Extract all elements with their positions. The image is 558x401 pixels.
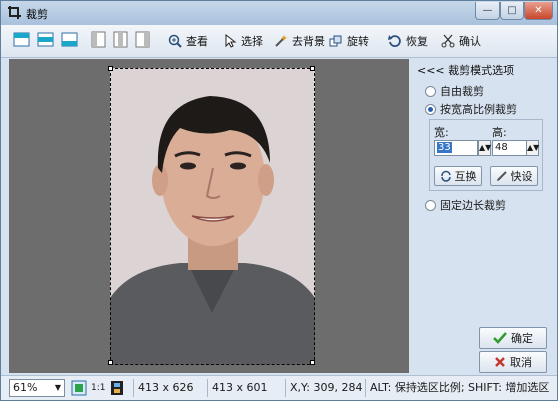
image-size: 413 x 626 xyxy=(133,379,194,397)
remove-background-button[interactable]: 去背景 xyxy=(274,31,325,51)
chevron-down-icon: ▼ xyxy=(54,383,62,392)
mode-ratio-label: 按宽高比例裁剪 xyxy=(440,103,517,116)
restore-button[interactable]: 恢复 xyxy=(388,31,428,51)
height-value: 48 xyxy=(495,142,508,153)
mode-fixed-radio[interactable] xyxy=(425,199,436,211)
width-spinner[interactable]: ▲▼ xyxy=(478,140,491,156)
film-icon[interactable] xyxy=(109,380,125,396)
window-title: 裁剪 xyxy=(26,8,48,21)
swap-button[interactable]: 互换 xyxy=(434,166,482,186)
view-label: 查看 xyxy=(186,35,208,48)
one-to-one-button[interactable]: 1:1 xyxy=(89,379,105,397)
layout-center-icon[interactable] xyxy=(112,31,129,48)
status-bar: 61% ▼ 1:1 413 x 626 413 x 601 X,Y: 309, … xyxy=(1,375,557,400)
crop-window: 裁剪 — □ ✕ 查看 选择 去背景 旋转 恢复 确认 <<< 裁剪模式选项 自… xyxy=(0,0,558,401)
swap-label: 互换 xyxy=(454,170,477,183)
crop-handle-bottom-right[interactable] xyxy=(310,360,315,365)
undo-icon xyxy=(388,35,401,47)
layout-top-icon[interactable] xyxy=(13,31,30,48)
rotate-button[interactable]: 旋转 xyxy=(329,31,369,51)
crop-handle-top-left[interactable] xyxy=(108,66,113,71)
width-input[interactable]: 33 xyxy=(434,140,478,156)
crop-icon xyxy=(8,6,21,19)
check-icon xyxy=(493,332,507,344)
scissors-icon xyxy=(441,34,455,48)
confirm-toolbar-label: 确认 xyxy=(459,35,481,48)
selection-size: 413 x 601 xyxy=(207,379,268,397)
toolbar: 查看 选择 去背景 旋转 恢复 确认 xyxy=(1,25,557,58)
zoom-value: 61% xyxy=(13,381,38,394)
width-label: 宽: xyxy=(434,126,449,139)
layout-middle-icon[interactable] xyxy=(37,31,54,48)
crop-handle-bottom-left[interactable] xyxy=(108,360,113,365)
mode-ratio-option[interactable]: 按宽高比例裁剪 xyxy=(425,101,517,117)
mode-free-option[interactable]: 自由裁剪 xyxy=(425,83,484,99)
cursor-position: X,Y: 309, 284 xyxy=(285,379,362,397)
view-button[interactable]: 查看 xyxy=(168,31,208,51)
height-spinner[interactable]: ▲▼ xyxy=(526,140,539,156)
image-canvas[interactable] xyxy=(9,59,409,373)
mode-ratio-radio[interactable] xyxy=(425,103,436,115)
rotate-label: 旋转 xyxy=(347,35,369,48)
magic-wand-icon xyxy=(275,35,287,47)
cancel-label: 取消 xyxy=(510,356,532,369)
zoom-icon xyxy=(168,34,182,48)
close-button[interactable]: ✕ xyxy=(524,2,553,20)
zoom-select[interactable]: 61% ▼ xyxy=(9,379,65,397)
ok-button[interactable]: 确定 xyxy=(479,327,547,349)
layout-right-icon[interactable] xyxy=(134,31,151,48)
panel-title[interactable]: <<< 裁剪模式选项 xyxy=(417,62,514,78)
mode-free-radio[interactable] xyxy=(425,85,436,97)
layout-left-icon[interactable] xyxy=(90,31,107,48)
mode-free-label: 自由裁剪 xyxy=(440,85,484,98)
preset-label: 快设 xyxy=(510,170,533,183)
crop-handle-top-right[interactable] xyxy=(310,66,315,71)
minimize-button[interactable]: — xyxy=(475,2,500,20)
crop-options-panel: <<< 裁剪模式选项 自由裁剪 按宽高比例裁剪 宽: 高: 33 ▲▼ 48 ▲… xyxy=(411,59,557,373)
remove-background-label: 去背景 xyxy=(292,35,325,48)
ok-label: 确定 xyxy=(511,332,533,345)
swap-icon xyxy=(440,170,451,182)
restore-label: 恢复 xyxy=(406,35,428,48)
width-value: 33 xyxy=(437,142,452,153)
title-bar: 裁剪 — □ ✕ xyxy=(1,1,557,25)
pen-icon xyxy=(496,171,507,181)
crop-selection[interactable] xyxy=(110,68,315,365)
preset-button[interactable]: 快设 xyxy=(490,166,538,186)
layout-bottom-icon[interactable] xyxy=(61,31,78,48)
keyboard-hint: ALT: 保持选区比例; SHIFT: 增加选区 xyxy=(365,379,549,397)
cursor-icon xyxy=(225,34,237,48)
rotate-icon xyxy=(329,35,342,47)
confirm-toolbar-button[interactable]: 确认 xyxy=(441,31,481,51)
mode-fixed-option[interactable]: 固定边长裁剪 xyxy=(425,197,506,213)
mode-fixed-label: 固定边长裁剪 xyxy=(440,199,506,212)
select-label: 选择 xyxy=(241,35,263,48)
select-button[interactable]: 选择 xyxy=(223,31,263,51)
cross-icon xyxy=(495,357,505,367)
maximize-button[interactable]: □ xyxy=(500,2,524,20)
cancel-button[interactable]: 取消 xyxy=(479,351,547,373)
height-label: 高: xyxy=(492,126,507,139)
ratio-group: 宽: 高: 33 ▲▼ 48 ▲▼ 互换 快设 xyxy=(429,119,543,191)
fit-screen-icon[interactable] xyxy=(71,380,87,396)
